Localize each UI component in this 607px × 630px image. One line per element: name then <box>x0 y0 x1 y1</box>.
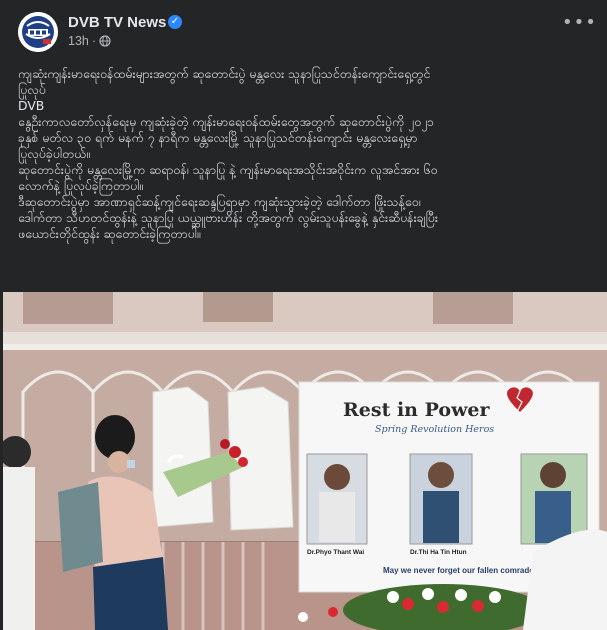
post-header: DVB TV News ✓ 13h · ••• <box>18 12 596 52</box>
dvb-logo-icon <box>18 12 58 52</box>
globe-icon[interactable] <box>99 35 111 47</box>
post-line: ကျဆုံးကျန်းမာရေးဝန်ထမ်းများအတွက် ဆုတောင်… <box>18 66 431 81</box>
banner-bottom-text: May we never forget our fallen comrade <box>383 566 534 575</box>
page-name[interactable]: DVB TV News <box>68 14 166 31</box>
post-line: ဒီဆုတောင်းပွဲမှာ အာဏာရှင်ဆန့်ကျင်ရေးဆန္ဒ… <box>18 194 421 209</box>
post-line: ဖယောင်းတိုင်ထွန်း ဆုတောင်းခဲ့ကြတာပါ။ <box>18 226 201 241</box>
post-line: ဒေါက်တာ သီဟတင်ထွန်းနဲ့ သူနာပြု ယယ္ဆူဗားဟ… <box>18 210 438 225</box>
post-photo[interactable]: Rest in Power Spring Revolution Heros Dr… <box>3 292 607 630</box>
portrait-caption: Dr.Thi Ha Tin Htun <box>410 549 467 556</box>
post-text: ကျဆုံးကျန်းမာရေးဝန်ထမ်းများအတွက် ဆုတောင်… <box>18 66 593 242</box>
post-meta: 13h · <box>68 34 111 48</box>
banner-subtitle: Spring Revolution Heros <box>375 424 494 435</box>
post-line: ဆုတောင်းပွဲကို မန္တလေးမြို့က ဆရာဝန်၊ သူန… <box>18 162 438 177</box>
post-line: ပြုလုပ် <box>18 82 46 97</box>
post-line: လောက်နဲ့ ပြုလုပ်ခဲ့ကြတာပါ။ <box>18 178 144 193</box>
post-card: DVB TV News ✓ 13h · ••• ကျဆုံးကျန်းမာရေးဝ… <box>0 0 607 630</box>
meta-separator: · <box>91 34 97 48</box>
more-options-icon[interactable]: ••• <box>562 14 596 36</box>
verified-badge-icon: ✓ <box>168 15 182 29</box>
banner-title: Rest in Power <box>343 399 491 421</box>
post-timestamp[interactable]: 13h <box>68 34 89 48</box>
post-line: ပြုလုပ်ခဲ့ပါတယ်။ <box>18 146 90 161</box>
post-line: ခုနှစ် မတ်လ ၃၀ ရက် မနက် ၇ နာရီက မန္တလေးမ… <box>18 130 418 145</box>
post-line: နွေဦးကာလတော်လှန်ရေးမှ ကျဆုံးခဲ့တဲ့ ကျန်း… <box>18 114 435 129</box>
portrait-caption: Dr.Phyo Thant Wai <box>307 549 364 556</box>
memorial-scene: Rest in Power Spring Revolution Heros Dr… <box>3 292 607 630</box>
page-avatar[interactable] <box>18 12 58 52</box>
post-line: DVB <box>18 98 45 113</box>
